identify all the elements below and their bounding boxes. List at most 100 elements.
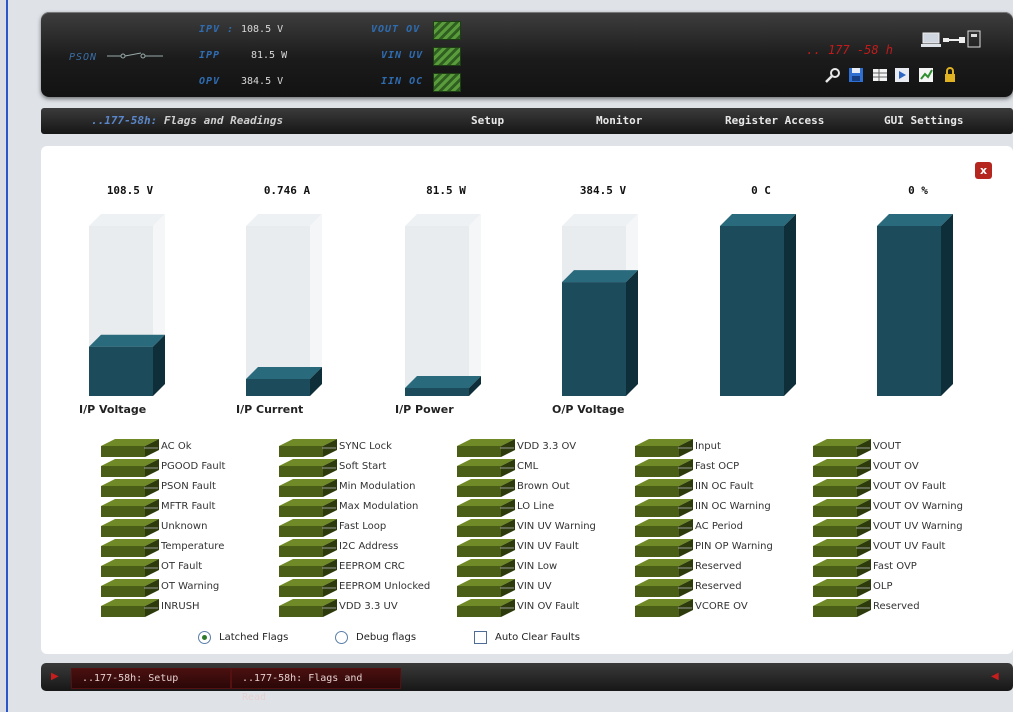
device-icon xyxy=(967,30,981,48)
close-button[interactable]: x xyxy=(975,162,992,179)
flag-label: VDD 3.3 OV xyxy=(517,441,577,452)
nav-monitor[interactable]: Monitor xyxy=(596,114,642,127)
flag-column: Input Fast OCP IIN OC Fault IIN OC Warning A… xyxy=(635,438,805,618)
gauge-fill xyxy=(405,388,469,396)
gauge-track-top xyxy=(562,214,638,226)
debug-flags-option[interactable]: Debug flags xyxy=(335,631,416,644)
flag-item: VOUT OV xyxy=(813,458,983,478)
gauge-track-top xyxy=(246,214,322,226)
flag-item: AC Ok xyxy=(101,438,271,458)
flag-item: IIN OC Fault xyxy=(635,478,805,498)
gauge-label: I/P Current xyxy=(236,403,304,416)
task-tab-setup[interactable]: ..177-58h: Setup xyxy=(71,668,231,689)
flag-label: IIN OC Warning xyxy=(695,501,771,512)
gauge-fill xyxy=(877,226,941,396)
flag-item: Temperature xyxy=(101,538,271,558)
flag-indicator xyxy=(279,459,337,477)
gauge-fill-top xyxy=(720,214,796,226)
flag-item: AC Period xyxy=(635,518,805,538)
nav-register-access[interactable]: Register Access xyxy=(725,114,824,127)
flag-label: AC Ok xyxy=(161,441,192,452)
flag-item: Input xyxy=(635,438,805,458)
latched-flags-radio[interactable] xyxy=(198,631,211,644)
flag-indicator xyxy=(457,499,515,517)
flag-column: VDD 3.3 OV CML Brown Out LO Line VIN UV Warn… xyxy=(457,438,627,618)
flag-label: VOUT OV Fault xyxy=(873,481,946,492)
scroll-left-icon[interactable]: ▶ xyxy=(51,671,59,682)
gauge-fill xyxy=(89,346,153,396)
gauge-label: I/P Voltage xyxy=(79,403,147,416)
flag-item: VIN UV Warning xyxy=(457,518,627,538)
gauge-fill-top xyxy=(89,334,165,347)
vout-ov-label: VOUT OV xyxy=(371,24,421,35)
latched-flags-option[interactable]: Latched Flags xyxy=(198,631,288,644)
opv-label: OPV xyxy=(199,76,221,87)
flag-item: IIN OC Warning xyxy=(635,498,805,518)
flag-label: Reserved xyxy=(695,561,742,572)
flag-label: IIN OC Fault xyxy=(695,481,754,492)
computer-icon xyxy=(921,32,941,47)
flag-indicator xyxy=(279,559,337,577)
flag-item: VIN UV Fault xyxy=(457,538,627,558)
flag-indicator xyxy=(813,479,871,497)
flag-label: Temperature xyxy=(161,541,225,552)
flag-label: Unknown xyxy=(161,521,208,532)
nav-gui-settings[interactable]: GUI Settings xyxy=(884,114,963,127)
flag-label: VCORE OV xyxy=(695,601,748,612)
flag-label: CML xyxy=(517,461,539,472)
register-map-icon[interactable] xyxy=(871,66,889,84)
vin-uv-indicator xyxy=(433,47,461,66)
lock-icon[interactable] xyxy=(941,66,959,84)
export-icon[interactable] xyxy=(893,66,911,84)
flag-label: VDD 3.3 UV xyxy=(339,601,398,612)
flag-item: CML xyxy=(457,458,627,478)
auto-clear-faults-checkbox[interactable] xyxy=(474,631,487,644)
gauge-fill-top xyxy=(405,376,481,388)
nav-setup[interactable]: Setup xyxy=(471,114,504,127)
flag-label: I2C Address xyxy=(339,541,399,552)
flag-label: VIN UV xyxy=(517,581,552,592)
flag-label: OLP xyxy=(873,581,893,592)
flag-label: VOUT xyxy=(873,441,901,452)
debug-flags-radio[interactable] xyxy=(335,631,348,644)
flag-label: Reserved xyxy=(873,601,920,612)
pson-switch-icon[interactable] xyxy=(107,50,163,62)
flag-item: PGOOD Fault xyxy=(101,458,271,478)
gauge-value: 0.746 A xyxy=(263,184,311,197)
flag-item: MFTR Fault xyxy=(101,498,271,518)
flag-item: VIN Low xyxy=(457,558,627,578)
flag-item: VOUT OV Fault xyxy=(813,478,983,498)
flag-indicator xyxy=(813,539,871,557)
flag-label: AC Period xyxy=(695,521,744,532)
flag-indicator xyxy=(279,599,337,617)
ipp-label: IPP xyxy=(199,50,221,61)
gauge-fill-top xyxy=(877,214,953,226)
task-tab-flags[interactable]: ..177-58h: Flags and Read xyxy=(231,668,401,703)
debug-flags-label: Debug flags xyxy=(356,632,417,643)
save-icon[interactable] xyxy=(847,66,865,84)
search-icon[interactable] xyxy=(824,66,842,84)
scroll-right-icon[interactable]: ◀ xyxy=(991,671,999,682)
flag-label: PSON Fault xyxy=(161,481,216,492)
flag-indicator xyxy=(457,439,515,457)
flag-label: VIN UV Warning xyxy=(517,521,596,532)
flag-label: VIN OV Fault xyxy=(517,601,580,612)
flag-item: OT Warning xyxy=(101,578,271,598)
flag-label: Fast OVP xyxy=(873,561,917,572)
gauge-track-top xyxy=(89,214,165,226)
flag-indicator xyxy=(635,519,693,537)
flag-item: PIN OP Warning xyxy=(635,538,805,558)
auto-clear-faults-option[interactable]: Auto Clear Faults xyxy=(474,631,580,644)
flag-column: VOUT VOUT OV VOUT OV Fault VOUT OV Warning V… xyxy=(813,438,983,618)
flag-item: VIN OV Fault xyxy=(457,598,627,618)
flag-indicator xyxy=(279,519,337,537)
pson-label: PSON xyxy=(69,52,98,63)
iin-oc-indicator xyxy=(433,73,461,92)
chart-icon[interactable] xyxy=(917,66,935,84)
flag-indicator xyxy=(101,479,159,497)
flag-indicator xyxy=(457,559,515,577)
flag-label: Max Modulation xyxy=(339,501,419,512)
flag-indicator xyxy=(457,539,515,557)
ipv-label: IPV : xyxy=(199,24,235,35)
flag-item: Unknown xyxy=(101,518,271,538)
